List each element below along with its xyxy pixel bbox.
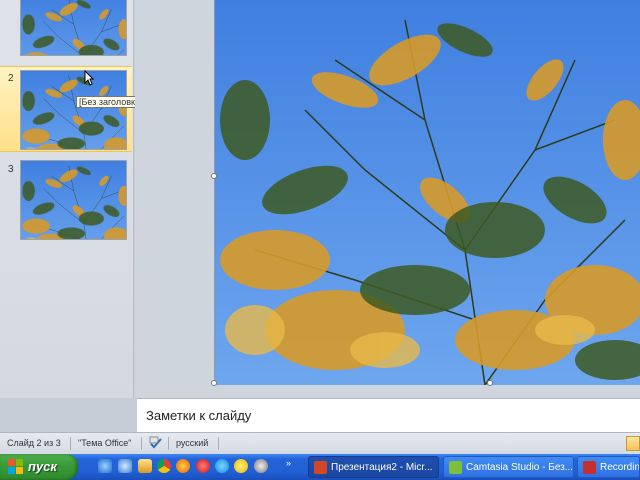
slide-edit-area [135, 0, 640, 398]
task-recording[interactable]: Recording [577, 456, 640, 478]
status-divider [141, 437, 142, 450]
media-icon[interactable] [118, 459, 132, 473]
status-divider [168, 437, 169, 450]
folder-icon[interactable] [138, 459, 152, 473]
resize-handle-left[interactable] [211, 173, 217, 179]
recording-icon [583, 461, 596, 474]
windows-logo-icon [8, 459, 23, 474]
task-label: Camtasia Studio - Без... [466, 462, 574, 473]
ie-icon[interactable] [98, 459, 112, 473]
chrome-icon[interactable] [157, 459, 171, 473]
mouse-cursor-icon [84, 70, 94, 86]
task-label: Recording [600, 462, 640, 473]
skype-icon[interactable] [215, 459, 229, 473]
main-slide-canvas[interactable] [214, 0, 640, 385]
smiley-icon[interactable] [234, 459, 248, 473]
windows-taskbar: пуск » Презентация2 - Micr... Camtasia S… [0, 454, 640, 480]
spellcheck-icon[interactable] [149, 436, 163, 450]
slide-item-3[interactable]: 3 [0, 158, 132, 242]
powerpoint-icon [314, 461, 327, 474]
powerpoint-window: 2 3 [Без заголовка] Заметки к слайду Сла [0, 0, 640, 480]
camtasia-icon [449, 461, 462, 474]
task-powerpoint[interactable]: Презентация2 - Micr... [308, 456, 439, 478]
slides-pane: 2 3 [Без заголовка] [0, 0, 146, 398]
chevron-right-icon[interactable]: » [286, 458, 291, 468]
language-indicator[interactable]: русский [176, 438, 208, 448]
slide-number-2: 2 [8, 73, 14, 84]
firefox-icon[interactable] [176, 459, 190, 473]
status-divider [218, 437, 219, 450]
slide-item-2[interactable]: 2 [0, 66, 132, 152]
start-label: пуск [28, 459, 57, 474]
resize-handle-bottom-left[interactable] [211, 380, 217, 386]
theme-name[interactable]: "Тема Office" [78, 438, 131, 448]
slide-number-3: 3 [8, 164, 14, 175]
task-camtasia[interactable]: Camtasia Studio - Без... [443, 456, 574, 478]
app-icon[interactable] [254, 459, 268, 473]
opera-icon[interactable] [196, 459, 210, 473]
status-bar: Слайд 2 из 3 "Тема Office" русский [0, 432, 640, 454]
status-divider [70, 437, 71, 450]
normal-view-button[interactable] [626, 436, 640, 451]
task-label: Презентация2 - Micr... [331, 462, 433, 473]
slide-item-1[interactable] [0, 0, 132, 60]
resize-handle-bottom[interactable] [487, 380, 493, 386]
slide-thumbnail-3[interactable] [20, 160, 127, 240]
start-button[interactable]: пуск [0, 454, 78, 480]
slide-photo-image[interactable] [215, 0, 640, 385]
notes-pane[interactable]: Заметки к слайду [137, 398, 640, 432]
notes-placeholder: Заметки к слайду [146, 408, 252, 423]
slide-counter: Слайд 2 из 3 [7, 438, 61, 448]
slide-thumbnail-1[interactable] [20, 0, 127, 56]
slide-thumbnail-2[interactable] [20, 70, 127, 150]
